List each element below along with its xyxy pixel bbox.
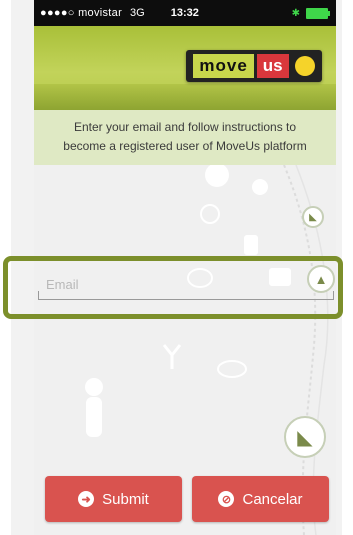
moveus-logo: move us — [186, 50, 322, 82]
cloud-icon — [217, 360, 247, 378]
header-background-image — [34, 84, 336, 110]
status-icons: ✱ — [291, 7, 330, 19]
carrier-label: ●●●●○ movistar — [40, 7, 123, 19]
instructions-line-1: Enter your email and follow instructions… — [73, 120, 297, 134]
submit-label: Submit — [102, 490, 149, 508]
clock: 13:32 — [170, 7, 199, 19]
walker-body-icon — [86, 397, 102, 437]
logo-move-text: move — [193, 54, 254, 78]
walker-head-icon — [85, 378, 103, 396]
ban-icon: ⊘ — [218, 491, 235, 507]
signpost-icon — [162, 344, 182, 369]
bicycle-icon — [200, 204, 220, 224]
bluetooth-icon: ✱ — [291, 7, 300, 19]
small-route-marker-icon: ◣ — [302, 206, 324, 228]
status-bar: ●●●●○ movistar 3G 13:32 ✱ — [34, 0, 336, 26]
arrow-right-circle-icon: ➜ — [78, 491, 95, 507]
header-banner: move us — [34, 26, 336, 110]
tree-icon — [205, 165, 229, 187]
network-type: 3G — [130, 7, 145, 19]
large-route-marker-icon: ◣ — [284, 416, 326, 458]
cancel-button[interactable]: ⊘ Cancelar — [192, 476, 329, 522]
instructions-banner: Enter your email and follow instructions… — [34, 110, 336, 165]
parking-icon — [252, 179, 268, 195]
instructions-line-2: become a registered user of MoveUs platf… — [63, 139, 307, 153]
battery-icon — [306, 7, 330, 19]
submit-button[interactable]: ➜ Submit — [45, 476, 182, 522]
logo-mark-icon — [294, 56, 315, 76]
logo-us-text: us — [256, 54, 289, 78]
bus-stop-icon — [244, 235, 258, 255]
email-highlight-frame — [3, 256, 343, 319]
cancel-label: Cancelar — [242, 490, 303, 508]
